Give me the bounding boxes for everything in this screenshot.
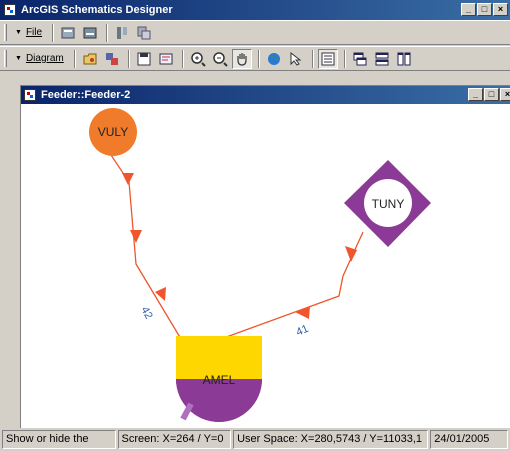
node-tuny-label: TUNY [372, 197, 405, 211]
layout-icon[interactable] [112, 23, 132, 43]
diagram-minimize-button[interactable]: _ [468, 88, 483, 101]
dropdown-arrow-icon: ▼ [15, 55, 22, 62]
save-diagram-icon[interactable] [134, 49, 154, 69]
toolbar-separator [311, 49, 314, 68]
zoom-in-icon[interactable] [188, 49, 208, 69]
schematic-diagram: 42 41 VULY TUNY AMEL [89, 108, 431, 422]
toolbar-grip[interactable] [4, 50, 7, 67]
pan-icon[interactable] [231, 48, 252, 69]
minimize-button[interactable]: _ [461, 3, 476, 16]
diagram-window: Feeder::Feeder-2 _ □ × 42 41 VULY TUNY A… [20, 85, 510, 428]
copy-icon[interactable] [134, 23, 154, 43]
app-title-bar: ArcGIS Schematics Designer _ □ × [0, 0, 510, 20]
properties-alt-icon[interactable] [80, 23, 100, 43]
diagram-maximize-button[interactable]: □ [484, 88, 499, 101]
toolbar-separator [106, 23, 109, 42]
toolbar-separator [73, 49, 76, 68]
diagram-properties-icon[interactable] [156, 49, 176, 69]
status-hint: Show or hide the [2, 430, 116, 449]
file-menu-label: File [25, 27, 43, 38]
schematic-canvas[interactable]: 42 41 VULY TUNY AMEL [21, 104, 510, 429]
app-title: ArcGIS Schematics Designer [21, 4, 173, 16]
link-partial [180, 402, 194, 421]
table-of-contents-icon[interactable] [317, 48, 338, 69]
select-icon[interactable] [286, 49, 306, 69]
app-window-controls: _ □ × [461, 3, 508, 16]
tile-vertical-icon[interactable] [394, 49, 414, 69]
properties-icon[interactable] [58, 23, 78, 43]
app-icon [4, 4, 16, 16]
close-button[interactable]: × [493, 3, 508, 16]
zoom-out-icon[interactable] [210, 49, 230, 69]
file-menu[interactable]: ▼ File [13, 23, 48, 43]
tile-horizontal-icon[interactable] [372, 49, 392, 69]
link-label-42: 42 [138, 305, 154, 321]
node-amel-label: AMEL [203, 373, 236, 387]
toolbar-grip[interactable] [4, 24, 7, 41]
node-vuly-label: VULY [98, 125, 128, 139]
status-bar: Show or hide the Screen: X=264 / Y=0 Use… [0, 428, 510, 451]
diagram-close-button[interactable]: × [500, 88, 510, 101]
maximize-button[interactable]: □ [477, 3, 492, 16]
status-screen-coords: Screen: X=264 / Y=0 [117, 430, 232, 449]
diagram-menu-label: Diagram [25, 53, 64, 64]
toolbar-separator [127, 49, 130, 68]
cascade-icon[interactable] [350, 49, 370, 69]
file-toolbar: ▼ File [0, 20, 510, 45]
link-arrow [130, 230, 142, 243]
diagram-menu[interactable]: ▼ Diagram [13, 49, 70, 69]
full-extent-icon[interactable] [264, 49, 284, 69]
status-date: 24/01/2005 [430, 430, 508, 449]
diagram-templates-icon[interactable] [102, 49, 122, 69]
link-arrow [295, 306, 310, 319]
diagram-window-title: Feeder::Feeder-2 [41, 89, 131, 101]
diagram-toolbar: ▼ Diagram [0, 46, 510, 71]
open-diagram-icon[interactable] [80, 49, 100, 69]
link-label-41: 41 [294, 323, 310, 339]
link-arrow [122, 173, 134, 185]
toolbar-separator [52, 23, 55, 42]
diagram-window-controls: _ □ × [468, 88, 510, 101]
toolbar-separator [343, 49, 346, 68]
toolbar-separator [257, 49, 260, 68]
diagram-window-icon [24, 89, 36, 101]
dropdown-arrow-icon: ▼ [15, 29, 22, 36]
diagram-window-title-bar: Feeder::Feeder-2 _ □ × [21, 86, 510, 104]
status-user-space-coords: User Space: X=280,5743 / Y=11033,1 [233, 430, 429, 449]
toolbar-separator [181, 49, 184, 68]
link-41[interactable] [220, 231, 364, 340]
